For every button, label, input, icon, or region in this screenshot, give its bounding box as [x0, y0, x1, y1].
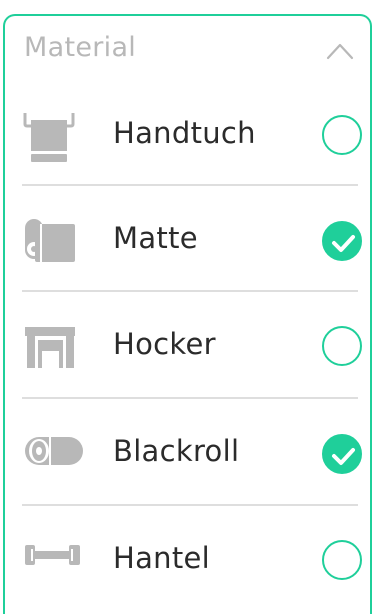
towel-icon [23, 113, 75, 162]
item-label: Blackroll [113, 434, 240, 468]
divider [22, 504, 358, 506]
list-item-handtuch[interactable]: Handtuch [5, 82, 370, 187]
list-item-hocker[interactable]: Hocker [5, 293, 370, 398]
material-panel: Material Handtuch Matte Hocker Blackroll… [3, 14, 372, 614]
mat-icon [25, 219, 75, 262]
divider [22, 397, 358, 399]
radio-button[interactable] [322, 326, 362, 366]
radio-button[interactable] [322, 115, 362, 155]
checkmark-icon [332, 448, 355, 465]
list-item-matte[interactable]: Matte [5, 187, 370, 292]
radio-button[interactable] [322, 540, 362, 580]
item-label: Handtuch [113, 116, 256, 150]
list-item-hantel[interactable]: Hantel [5, 507, 370, 612]
radio-button-checked[interactable] [322, 434, 362, 474]
item-label: Hocker [113, 327, 216, 361]
material-header[interactable]: Material [5, 16, 370, 86]
chevron-up-icon[interactable] [326, 42, 354, 60]
item-label: Hantel [113, 541, 211, 575]
foam-roller-icon [25, 437, 83, 465]
stool-icon [25, 327, 75, 368]
radio-button-checked[interactable] [322, 221, 362, 261]
divider [22, 184, 358, 186]
list-item-blackroll[interactable]: Blackroll [5, 400, 370, 505]
checkmark-icon [332, 235, 355, 252]
divider [22, 290, 358, 292]
item-label: Matte [113, 221, 198, 255]
dumbbell-icon [25, 545, 80, 565]
panel-title: Material [24, 32, 137, 63]
